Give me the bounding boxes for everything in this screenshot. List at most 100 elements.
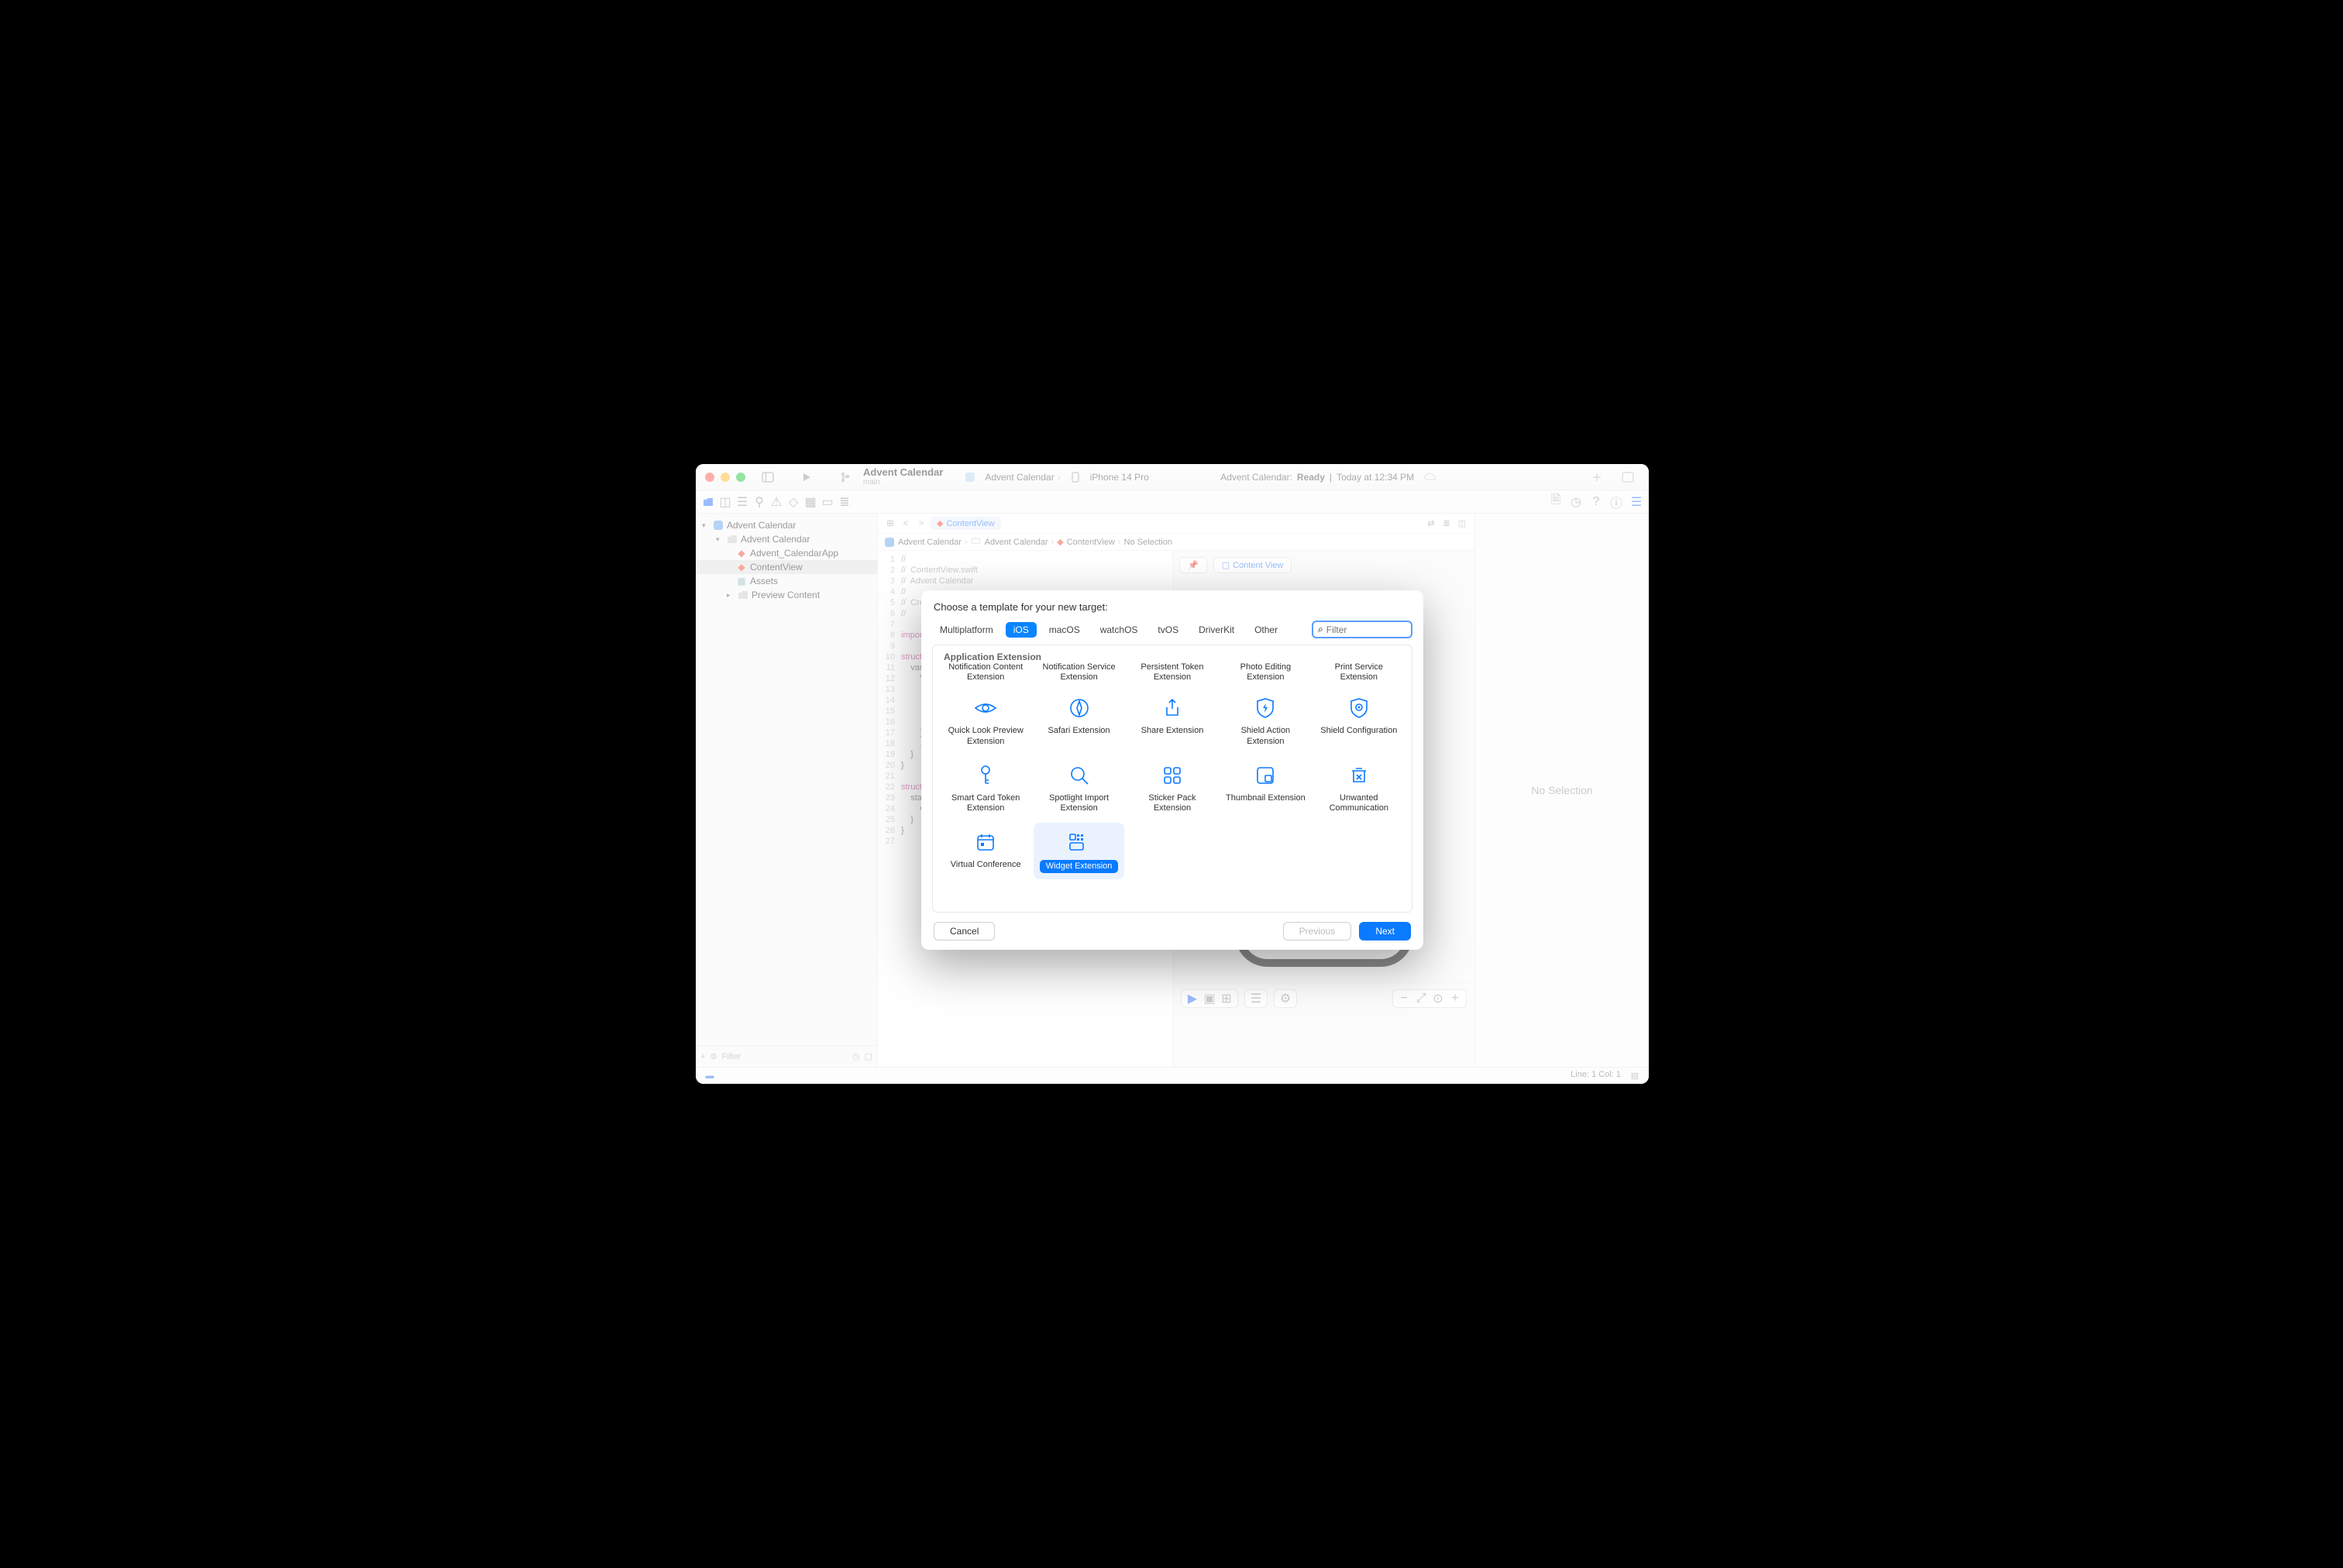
close-window-button[interactable] [705,473,714,482]
preview-settings-button[interactable]: ⚙ [1279,992,1292,1005]
template-shield-configuration[interactable]: Shield Configuration [1314,689,1404,752]
cube-icon: ▢ [1222,560,1230,570]
platform-tab-other[interactable]: Other [1247,622,1285,638]
add-button[interactable] [1590,470,1604,484]
debug-navigator-tab[interactable]: ▦ [804,496,817,508]
attributes-inspector-tab[interactable]: ⓘ [1610,496,1622,508]
template-virtual-conference[interactable]: Virtual Conference [941,823,1030,879]
zoom-in-button[interactable]: + [1449,992,1461,1005]
scheme-selector[interactable]: Advent Calendar › iPhone 14 Pro [958,470,1148,484]
jump-bar[interactable]: Advent Calendar› 🗀 Advent Calendar› ◆ Co… [878,534,1474,551]
navigator-filter[interactable]: + ⊚ Filter ◷ ▢ [696,1045,877,1067]
template-item[interactable]: Print Service Extension [1314,662,1404,689]
platform-tab-watchos[interactable]: watchOS [1092,622,1146,638]
filter-icon[interactable]: ▬ [704,1070,716,1082]
nav-file[interactable]: ◆ Advent_CalendarApp [696,546,877,560]
editor-tab-active[interactable]: ◆ContentView [931,517,1001,530]
variants-button[interactable]: ⊞ [1220,992,1233,1005]
symbol-navigator-tab[interactable]: ☰ [736,496,748,508]
zoom-window-button[interactable] [736,473,745,482]
live-preview-button[interactable]: ▶ [1186,992,1199,1005]
previous-button[interactable]: Previous [1283,922,1352,940]
assets-icon: ▦ [736,576,747,586]
inspector-empty-label: No Selection [1531,784,1592,796]
report-navigator-tab[interactable]: ≣ [838,496,851,508]
recent-icon[interactable]: ▢ [865,1051,872,1061]
template-smart-card-token-extension[interactable]: Smart Card Token Extension [941,756,1030,820]
pin-preview-button[interactable]: 📌 [1179,557,1207,573]
test-navigator-tab[interactable]: ◇ [787,496,800,508]
back-button[interactable]: < [900,518,912,530]
selectable-button[interactable]: ▣ [1203,992,1216,1005]
device-icon [1068,470,1082,484]
template-item[interactable]: Notification Service Extension [1034,662,1123,689]
template-item[interactable]: Persistent Token Extension [1127,662,1217,689]
share-icon [1159,695,1185,721]
grid4-icon [1159,762,1185,789]
next-button[interactable]: Next [1359,922,1411,940]
help-inspector-tab[interactable]: ? [1590,496,1602,508]
navigator-tab-bar: ◫ ☰ ⚲ ⚠ ◇ ▦ ▭ ≣ 🗎 ◷ ? ⓘ ☰ [696,490,1649,514]
template-share-extension[interactable]: Share Extension [1127,689,1217,752]
nav-file-selected[interactable]: ◆ ContentView [696,560,877,574]
platform-tab-ios[interactable]: iOS [1006,622,1037,638]
breakpoint-navigator-tab[interactable]: ▭ [821,496,834,508]
template-filter-field[interactable]: ⌕ [1312,621,1412,638]
section-header: Application Extension [941,645,1404,662]
device-settings-button[interactable]: ☰ [1250,992,1262,1005]
template-unwanted-communication[interactable]: Unwanted Communication [1314,756,1404,820]
platform-tab-driverkit[interactable]: DriverKit [1191,622,1242,638]
project-icon [713,520,724,531]
adjust-icon[interactable]: ☰ [1630,496,1643,508]
find-navigator-tab[interactable]: ⚲ [753,496,766,508]
filter-scope-icon[interactable]: ⊚ [710,1051,717,1061]
library-button[interactable] [1621,470,1635,484]
template-shield-action-extension[interactable]: Shield Action Extension [1220,689,1310,752]
zoom-fit-button[interactable]: ⤢ [1415,992,1427,1005]
forward-button[interactable]: > [915,518,927,530]
cloud-icon [1423,470,1437,484]
preview-chip[interactable]: ▢ Content View [1213,557,1292,573]
trash-x-icon [1346,762,1372,789]
eye-icon [972,695,999,721]
source-control-tab[interactable]: ◫ [719,496,731,508]
cancel-button[interactable]: Cancel [934,922,995,940]
editor-options-icon[interactable]: ⇄ [1425,518,1437,530]
template-safari-extension[interactable]: Safari Extension [1034,689,1123,752]
zoom-actual-button[interactable]: ⊙ [1432,992,1444,1005]
template-sticker-pack-extension[interactable]: Sticker Pack Extension [1127,756,1217,820]
run-button[interactable] [800,470,814,484]
minimize-window-button[interactable] [721,473,730,482]
related-items-icon[interactable]: ⊞ [884,518,896,530]
minimap-icon[interactable]: ≣ [1440,518,1453,530]
clock-icon[interactable]: ◷ [852,1051,860,1061]
file-inspector-tab[interactable]: 🗎 [1550,496,1562,508]
sidebar-toggle-icon[interactable] [761,470,775,484]
nav-group[interactable]: ▾ Advent Calendar [696,532,877,546]
plus-icon[interactable]: + [700,1052,705,1061]
status-bar: ▬ Line: 1 Col: 1 ▤ [696,1067,1649,1084]
template-thumbnail-extension[interactable]: Thumbnail Extension [1220,756,1310,820]
issue-navigator-tab[interactable]: ⚠ [770,496,783,508]
platform-tab-multiplatform[interactable]: Multiplatform [932,622,1001,638]
sheet-title: Choose a template for your new target: [921,590,1423,621]
nav-project-root[interactable]: ▾ Advent Calendar [696,518,877,532]
widget-icon [1066,829,1092,855]
project-navigator-tab[interactable] [702,496,714,508]
platform-tab-macos[interactable]: macOS [1041,622,1088,638]
platform-tab-tvos[interactable]: tvOS [1150,622,1186,638]
template-spotlight-import-extension[interactable]: Spotlight Import Extension [1034,756,1123,820]
app-icon [963,470,977,484]
template-item[interactable]: Notification Content Extension [941,662,1030,689]
statusbar-icon[interactable]: ▤ [1629,1070,1641,1082]
zoom-out-button[interactable]: − [1398,992,1410,1005]
filter-input[interactable] [1326,624,1406,635]
assistant-icon[interactable]: ◫ [1456,518,1468,530]
template-item[interactable]: Photo Editing Extension [1220,662,1310,689]
template-widget-extension[interactable]: Widget Extension [1034,823,1123,879]
template-quick-look-preview-extension[interactable]: Quick Look Preview Extension [941,689,1030,752]
nav-folder[interactable]: ▸ Preview Content [696,588,877,602]
folder-icon: 🗀 [971,537,982,548]
nav-file[interactable]: ▦ Assets [696,574,877,588]
history-inspector-tab[interactable]: ◷ [1570,496,1582,508]
